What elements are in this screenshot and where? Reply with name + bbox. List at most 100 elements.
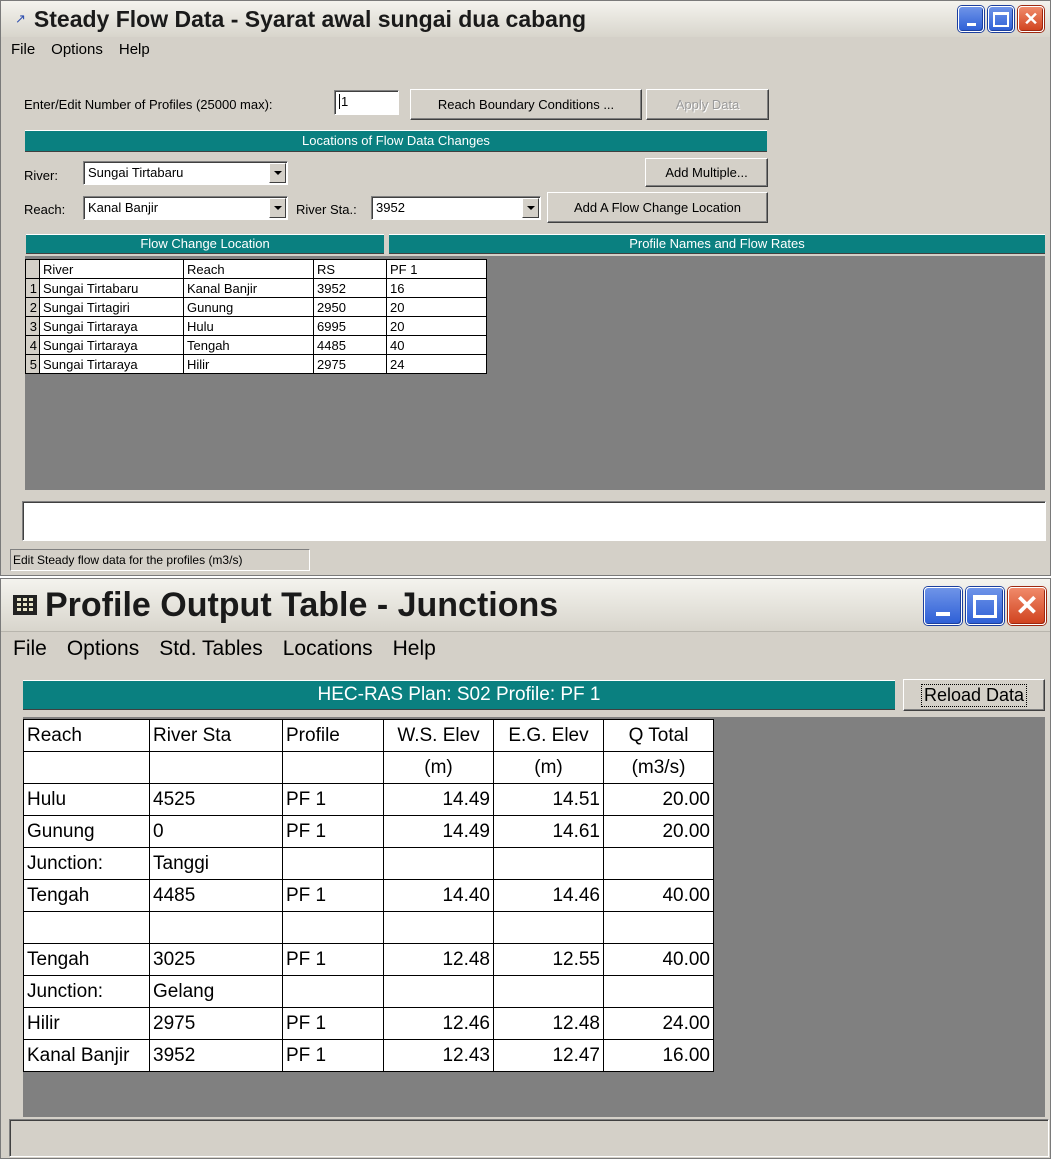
row-number[interactable]: 3 <box>25 316 40 336</box>
row-number[interactable]: 1 <box>25 278 40 298</box>
cell-reach[interactable]: Kanal Banjir <box>183 278 314 298</box>
cell-reach[interactable] <box>23 911 150 944</box>
cell-profile[interactable]: PF 1 <box>282 783 384 816</box>
cell-ws-elev[interactable]: 12.46 <box>383 1007 494 1040</box>
table-icon[interactable] <box>13 595 37 615</box>
cell-profile[interactable]: PF 1 <box>282 1007 384 1040</box>
cell-eg-elev[interactable]: 12.47 <box>493 1039 604 1072</box>
close-button[interactable]: ✕ <box>1008 587 1046 625</box>
cell-river-sta[interactable]: Tanggi <box>149 847 283 880</box>
profiles-input[interactable]: 1 <box>334 90 399 115</box>
row-number[interactable]: 5 <box>25 354 40 374</box>
cell-q-total[interactable]: 16.00 <box>603 1039 714 1072</box>
cell-q-total[interactable] <box>603 975 714 1008</box>
cell-ws-elev[interactable]: 12.43 <box>383 1039 494 1072</box>
column-header-river-sta[interactable]: River Sta <box>149 719 283 752</box>
cell-eg-elev[interactable] <box>493 911 604 944</box>
cell-river[interactable]: Sungai Tirtaraya <box>39 316 184 336</box>
cell-profile[interactable] <box>282 975 384 1008</box>
column-header-rs[interactable]: RS <box>313 259 387 279</box>
cell-eg-elev[interactable] <box>493 847 604 880</box>
cell-reach[interactable]: Hulu <box>23 783 150 816</box>
menu-help[interactable]: Help <box>119 41 150 58</box>
maximize-button[interactable] <box>966 587 1004 625</box>
cell-reach[interactable]: Junction: <box>23 975 150 1008</box>
river-select[interactable]: Sungai Tirtabaru <box>83 161 288 185</box>
menu-std-tables[interactable]: Std. Tables <box>159 637 263 661</box>
cell-rs[interactable]: 4485 <box>313 335 387 355</box>
cell-profile[interactable]: PF 1 <box>282 943 384 976</box>
chevron-down-icon[interactable] <box>269 198 286 218</box>
cell-river[interactable]: Sungai Tirtaraya <box>39 354 184 374</box>
cell-river-sta[interactable]: 0 <box>149 815 283 848</box>
column-header-eg-elev[interactable]: E.G. Elev <box>493 719 604 752</box>
cell-ws-elev[interactable] <box>383 975 494 1008</box>
cell-profile[interactable] <box>282 847 384 880</box>
maximize-button[interactable] <box>988 6 1014 32</box>
minimize-button[interactable] <box>958 6 984 32</box>
cell-q-total[interactable]: 20.00 <box>603 783 714 816</box>
cell-q-total[interactable]: 24.00 <box>603 1007 714 1040</box>
column-header-pf1[interactable]: PF 1 <box>386 259 487 279</box>
cell-reach[interactable]: Hulu <box>183 316 314 336</box>
column-header-reach[interactable]: Reach <box>23 719 150 752</box>
cell-ws-elev[interactable]: 14.49 <box>383 783 494 816</box>
cell-rs[interactable]: 2950 <box>313 297 387 317</box>
cell-reach[interactable]: Junction: <box>23 847 150 880</box>
row-number[interactable]: 2 <box>25 297 40 317</box>
cell-river-sta[interactable]: 4485 <box>149 879 283 912</box>
close-button[interactable]: ✕ <box>1018 6 1044 32</box>
cell-ws-elev[interactable] <box>383 847 494 880</box>
chevron-down-icon[interactable] <box>522 198 539 218</box>
add-multiple-button[interactable]: Add Multiple... <box>645 158 768 187</box>
reach-select[interactable]: Kanal Banjir <box>83 196 288 220</box>
reach-boundary-conditions-button[interactable]: Reach Boundary Conditions ... <box>410 89 642 120</box>
cell-ws-elev[interactable]: 12.48 <box>383 943 494 976</box>
cell-river-sta[interactable] <box>149 911 283 944</box>
cell-river-sta[interactable]: 3952 <box>149 1039 283 1072</box>
cell-ws-elev[interactable]: 14.49 <box>383 815 494 848</box>
chevron-down-icon[interactable] <box>269 163 286 183</box>
cell-profile[interactable]: PF 1 <box>282 815 384 848</box>
cell-reach[interactable]: Gunung <box>23 815 150 848</box>
add-flow-change-location-button[interactable]: Add A Flow Change Location <box>547 192 768 223</box>
cell-river-sta[interactable]: 3025 <box>149 943 283 976</box>
cell-ws-elev[interactable] <box>383 911 494 944</box>
cell-pf1[interactable]: 24 <box>386 354 487 374</box>
cell-rs[interactable]: 3952 <box>313 278 387 298</box>
menu-options[interactable]: Options <box>51 41 103 58</box>
cell-q-total[interactable] <box>603 847 714 880</box>
apply-data-button[interactable]: Apply Data <box>646 89 769 120</box>
cell-eg-elev[interactable] <box>493 975 604 1008</box>
cell-profile[interactable] <box>282 911 384 944</box>
cell-reach[interactable]: Tengah <box>183 335 314 355</box>
cell-river-sta[interactable]: 2975 <box>149 1007 283 1040</box>
cell-eg-elev[interactable]: 14.46 <box>493 879 604 912</box>
cell-pf1[interactable]: 20 <box>386 316 487 336</box>
row-number[interactable]: 4 <box>25 335 40 355</box>
cell-profile[interactable]: PF 1 <box>282 1039 384 1072</box>
menu-locations[interactable]: Locations <box>283 637 373 661</box>
cell-reach[interactable]: Tengah <box>23 879 150 912</box>
cell-reach[interactable]: Hilir <box>183 354 314 374</box>
cell-rs[interactable]: 2975 <box>313 354 387 374</box>
column-header-profile[interactable]: Profile <box>282 719 384 752</box>
cell-reach[interactable]: Tengah <box>23 943 150 976</box>
cell-river[interactable]: Sungai Tirtaraya <box>39 335 184 355</box>
cell-eg-elev[interactable]: 14.51 <box>493 783 604 816</box>
menu-help[interactable]: Help <box>393 637 436 661</box>
column-header-reach[interactable]: Reach <box>183 259 314 279</box>
cell-eg-elev[interactable]: 14.61 <box>493 815 604 848</box>
cell-q-total[interactable] <box>603 911 714 944</box>
menu-file[interactable]: File <box>13 637 47 661</box>
description-box[interactable] <box>22 501 1046 541</box>
cell-q-total[interactable]: 40.00 <box>603 943 714 976</box>
profile-title-bar[interactable]: Profile Output Table - Junctions ✕ <box>1 579 1050 632</box>
cell-reach[interactable]: Gunung <box>183 297 314 317</box>
cell-eg-elev[interactable]: 12.55 <box>493 943 604 976</box>
cell-river-sta[interactable]: 4525 <box>149 783 283 816</box>
cell-q-total[interactable]: 20.00 <box>603 815 714 848</box>
cell-profile[interactable]: PF 1 <box>282 879 384 912</box>
cell-river[interactable]: Sungai Tirtabaru <box>39 278 184 298</box>
cell-reach[interactable]: Kanal Banjir <box>23 1039 150 1072</box>
